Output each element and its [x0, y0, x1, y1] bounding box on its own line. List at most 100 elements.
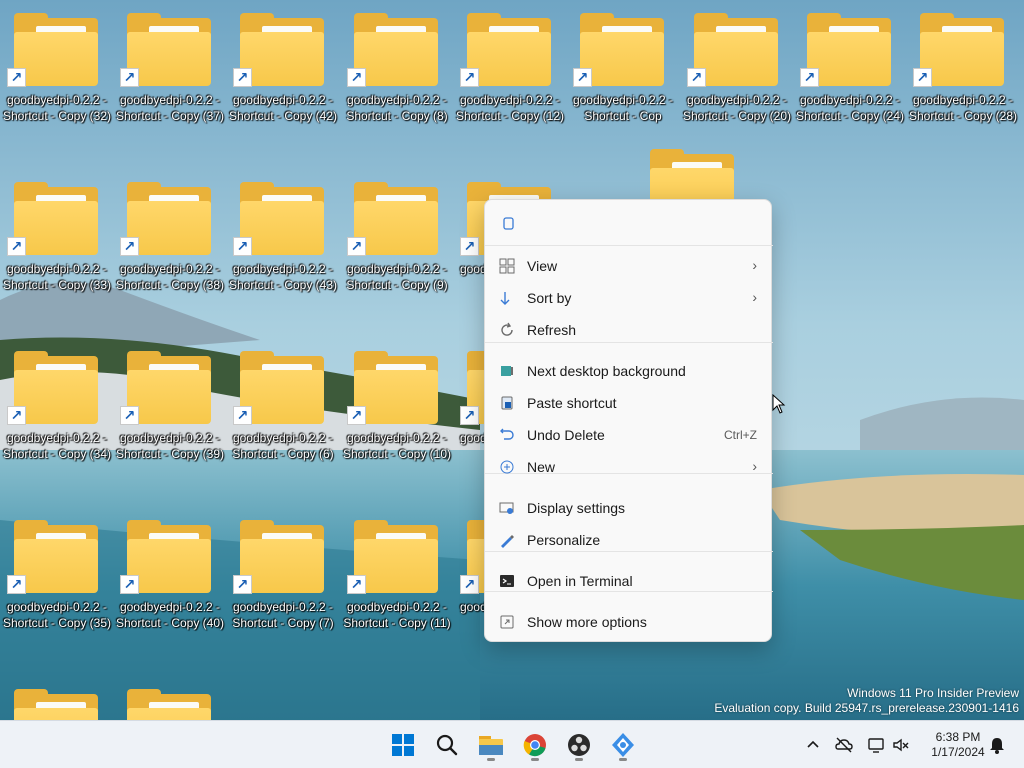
obs-button[interactable]	[562, 729, 596, 761]
desktop-shortcut[interactable]: ↗ goodbyedpi-0.2.2 - Shortcut - Copy (12)	[453, 2, 567, 126]
desktop-shortcut[interactable]: ↗ goodbyedpi-0.2.2 - Shortcut - Copy (9)	[340, 171, 454, 295]
desktop-shortcut[interactable]: ↗ goodbyedpi-0.2.2 - Shortcut - Copy (43)	[226, 171, 340, 295]
desktop-shortcut[interactable]: ↗ goodbyedpi-0.2.2 - Shortcut - Copy (39)	[113, 340, 227, 464]
display-icon[interactable]	[866, 735, 886, 755]
chevron-up-icon[interactable]	[803, 735, 823, 755]
desktop-shortcut[interactable]: ↗ goodbyedpi-0.2.2 - Shortcut - Copy (7)	[226, 509, 340, 633]
shortcut-arrow-icon: ↗	[347, 406, 366, 425]
menu-item-label: Next desktop background	[527, 363, 686, 379]
file-explorer-button[interactable]	[474, 729, 508, 761]
menu-item-next-desktop-background[interactable]: Next desktop background	[489, 356, 769, 386]
desktop-shortcut[interactable]: ↗ goodbyedpi-0.2.2 - Shortcut - Copy (40)	[113, 509, 227, 633]
folder-icon	[14, 520, 98, 593]
desktop-shortcut-label: goodbyedpi-0.2.2 - Shortcut - Copy (35)	[2, 600, 112, 630]
desktop-shortcut[interactable]: ↗ goodbyedpi-0.2.2 - Shortcut - Copy (6)	[226, 340, 340, 464]
taskbar: 6:38 PM 1/17/2024	[0, 720, 1024, 768]
desktop-shortcut[interactable]: ↗ goodbyedpi-0.2.2 - Shortcut - Copy (10)	[340, 340, 454, 464]
folder-icon	[127, 182, 211, 255]
running-indicator	[487, 758, 495, 761]
menu-item-display-settings[interactable]: Display settings	[489, 493, 769, 523]
folder-icon	[240, 13, 324, 86]
chevron-right-icon: ›	[752, 257, 757, 273]
shortcut-arrow-icon: ↗	[913, 68, 932, 87]
notifications-icon[interactable]	[987, 735, 1007, 755]
menu-item-personalize[interactable]: Personalize	[489, 525, 769, 555]
shortcut-arrow-icon: ↗	[7, 237, 26, 256]
folder-icon	[127, 351, 211, 424]
more-options-icon	[500, 615, 514, 629]
shortcut-arrow-icon: ↗	[120, 575, 139, 594]
personalize-icon	[501, 535, 514, 548]
desktop-shortcut[interactable]: ↗ goodbyedpi-0.2.2 - Shortcut - Copy (34)	[0, 340, 114, 464]
chevron-right-icon: ›	[752, 289, 757, 305]
menu-item-view[interactable]: View ›	[489, 251, 769, 281]
audio-muted-icon[interactable]	[891, 735, 911, 755]
shortcut-arrow-icon: ↗	[120, 68, 139, 87]
folder-icon	[920, 13, 1004, 86]
clock-date: 1/17/2024	[931, 745, 985, 759]
search-icon	[436, 734, 458, 756]
menu-item-new[interactable]: New ›	[489, 452, 769, 482]
folder-icon	[354, 182, 438, 255]
menu-item-open-in-terminal[interactable]: Open in Terminal	[489, 566, 769, 596]
shortcut-arrow-icon: ↗	[233, 237, 252, 256]
folder-icon	[14, 351, 98, 424]
clock-time: 6:38 PM	[935, 730, 981, 744]
shortcut-arrow-icon: ↗	[347, 68, 366, 87]
desktop-shortcut[interactable]: ↗ goodbyedpi-0.2.2 - Shortcut - Copy (35)	[0, 509, 114, 633]
folder-icon	[240, 520, 324, 593]
shortcut-arrow-icon: ↗	[800, 68, 819, 87]
folder-icon	[127, 13, 211, 86]
menu-item-undo-delete[interactable]: Undo Delete Ctrl+Z	[489, 420, 769, 450]
copy-icon[interactable]	[501, 217, 515, 231]
folder-icon	[467, 13, 551, 86]
desktop-shortcut-label: goodbyedpi-0.2.2 - Shortcut - Copy (28)	[908, 93, 1018, 123]
desktop-shortcut-label: goodbyedpi-0.2.2 - Shortcut - Cop	[572, 93, 674, 123]
folder-icon	[354, 520, 438, 593]
folder-icon	[240, 182, 324, 255]
refresh-icon	[501, 322, 513, 336]
terminal-icon	[500, 575, 514, 587]
folder-icon	[240, 351, 324, 424]
clock[interactable]: 6:38 PM 1/17/2024	[918, 730, 998, 760]
desktop-shortcut-label: goodbyedpi-0.2.2 - Shortcut - Copy (24)	[795, 93, 905, 123]
shortcut-arrow-icon: ↗	[120, 237, 139, 256]
settings-app-button[interactable]	[606, 729, 640, 761]
menu-item-shortcut: Ctrl+Z	[724, 428, 757, 442]
desktop-shortcut-label: goodbyedpi-0.2.2 - Shortcut - Copy (9)	[346, 262, 448, 292]
desktop-shortcut[interactable]: ↗ goodbyedpi-0.2.2 - Shortcut - Copy (38)	[113, 171, 227, 295]
desktop-shortcut[interactable]: ↗ goodbyedpi-0.2.2 - Shortcut - Copy (37)	[113, 2, 227, 126]
desktop-shortcut-label: goodbyedpi-0.2.2 - Shortcut - Copy (12)	[455, 93, 565, 123]
menu-item-show-more-options[interactable]: Show more options	[489, 607, 769, 637]
menu-item-label: New	[527, 459, 556, 475]
onedrive-icon[interactable]	[834, 735, 854, 755]
desktop-shortcut[interactable]: ↗ goodbyedpi-0.2.2 - Shortcut - Copy (33)	[0, 171, 114, 295]
desktop-shortcut[interactable]: ↗ goodbyedpi-0.2.2 - Shortcut - Copy (24)	[793, 2, 907, 126]
menu-item-sort-by[interactable]: Sort by ›	[489, 283, 769, 313]
menu-item-label: Undo Delete	[527, 427, 605, 443]
shortcut-arrow-icon: ↗	[120, 406, 139, 425]
next-background-icon	[501, 366, 513, 376]
desktop-shortcut-label: goodbyedpi-0.2.2 - Shortcut - Copy (40)	[115, 600, 225, 630]
desktop-shortcut[interactable]: ↗ goodbyedpi-0.2.2 - Shortcut - Copy (42)	[226, 2, 340, 126]
watermark-edition: Windows 11 Pro Insider Preview	[847, 686, 1019, 700]
shortcut-arrow-icon: ↗	[460, 406, 479, 425]
menu-item-label: Refresh	[527, 322, 577, 338]
desktop-shortcut-label: goodbyedpi-0.2.2 - Shortcut - Copy (38)	[115, 262, 225, 292]
chrome-button[interactable]	[518, 729, 552, 761]
search-button[interactable]	[430, 729, 464, 761]
menu-item-refresh[interactable]: Refresh	[489, 315, 769, 345]
new-icon	[500, 460, 514, 474]
desktop-shortcut[interactable]: ↗ goodbyedpi-0.2.2 - Shortcut - Copy (11)	[340, 509, 454, 633]
menu-item-paste-shortcut[interactable]: Paste shortcut	[489, 388, 769, 418]
desktop-shortcut[interactable]: ↗ goodbyedpi-0.2.2 - Shortcut - Copy (8)	[340, 2, 454, 126]
context-menu: View › Sort by › Refresh Next desktop backgro…	[484, 199, 773, 642]
desktop-shortcut[interactable]: ↗ goodbyedpi-0.2.2 - Shortcut - Cop	[566, 2, 680, 126]
desktop-shortcut-label: goodbyedpi-0.2.2 - Shortcut - Copy (6)	[232, 431, 334, 461]
start-button[interactable]	[386, 729, 420, 761]
desktop-shortcut[interactable]: ↗ goodbyedpi-0.2.2 - Shortcut - Copy (20)	[680, 2, 794, 126]
menu-item-label: View	[527, 258, 558, 274]
desktop-shortcut[interactable]: ↗ goodbyedpi-0.2.2 - Shortcut - Copy (32)	[0, 2, 114, 126]
desktop-shortcut[interactable]: ↗ goodbyedpi-0.2.2 - Shortcut - Copy (28)	[906, 2, 1020, 126]
undo-icon	[500, 428, 514, 440]
